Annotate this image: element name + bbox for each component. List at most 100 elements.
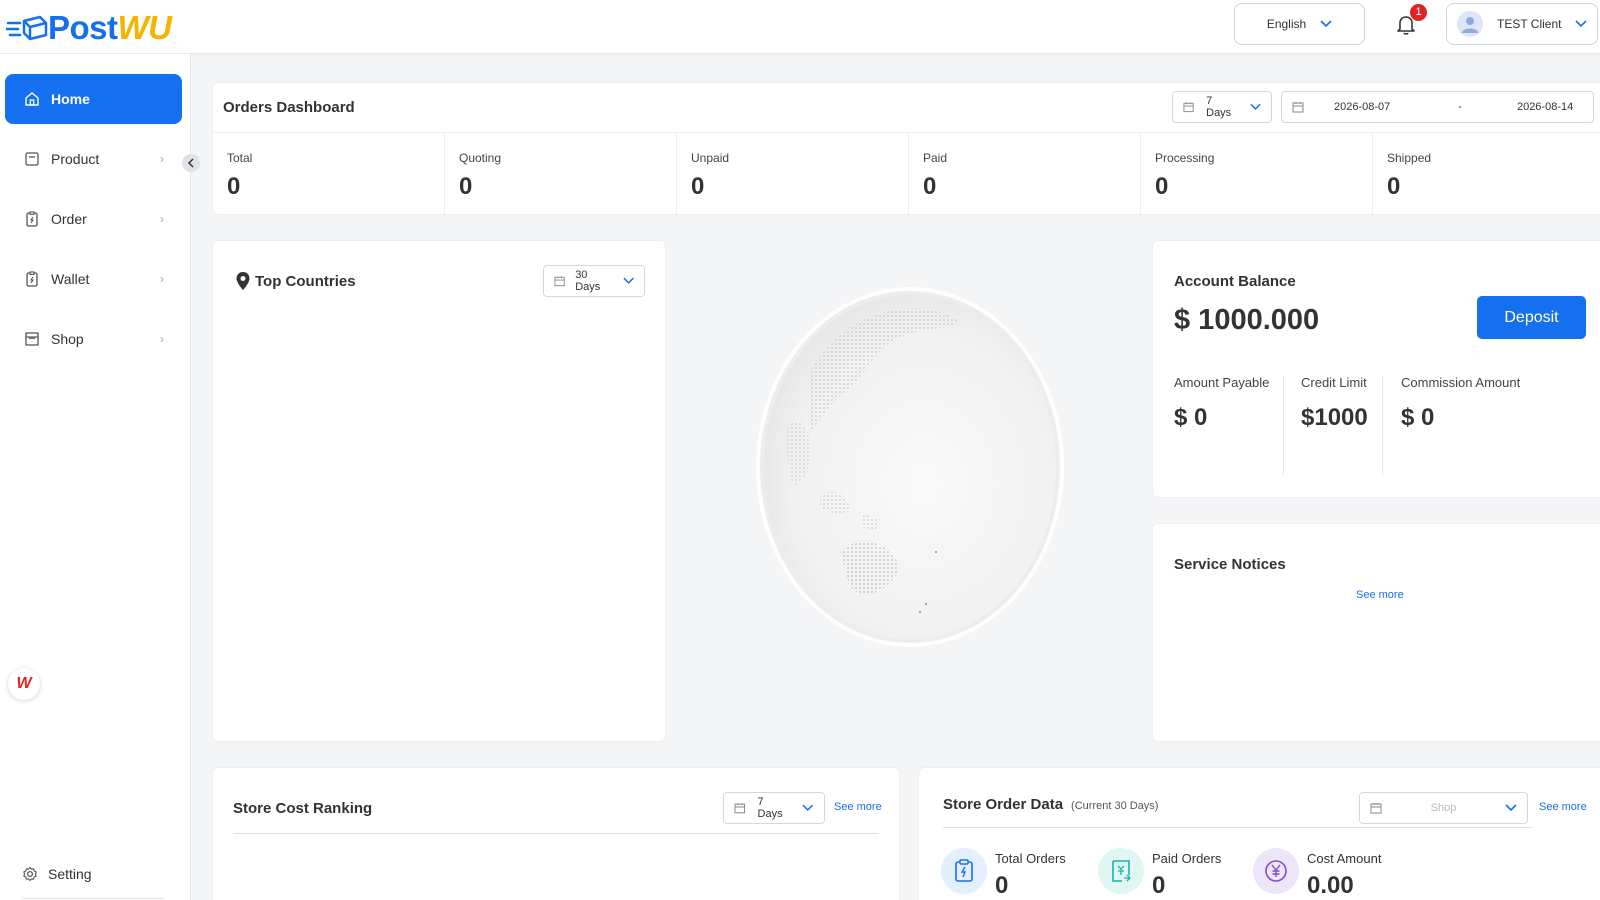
setting-label: Setting	[48, 866, 92, 882]
brand-logo[interactable]: PostWU	[6, 8, 172, 48]
chevron-down-icon	[1505, 804, 1517, 812]
stat-quoting[interactable]: Quoting 0	[445, 133, 677, 217]
commission-value: $ 0	[1401, 404, 1435, 431]
chevron-down-icon	[1250, 103, 1261, 110]
stat-value: 0	[691, 173, 705, 200]
store-order-see-more-link[interactable]: See more	[1539, 801, 1587, 813]
stat-value: 0	[923, 173, 937, 200]
orders-dashboard-title: Orders Dashboard	[223, 99, 355, 116]
orders-range-select[interactable]: 7 Days	[1172, 91, 1272, 123]
sidebar-item-home[interactable]: Home	[5, 74, 182, 124]
stat-value: 0	[227, 173, 241, 200]
sidebar-item-label: Order	[51, 211, 87, 227]
gear-icon	[22, 866, 38, 882]
top-countries-title: Top Countries	[255, 272, 356, 290]
stat-label: Total	[227, 151, 253, 165]
date-separator: -	[1458, 101, 1462, 113]
calendar-icon	[1370, 803, 1382, 814]
sidebar-item-shop[interactable]: Shop ›	[5, 314, 182, 364]
metric-label: Paid Orders	[1152, 851, 1222, 866]
orders-range-label: 7 Days	[1206, 95, 1232, 119]
user-menu[interactable]: TEST Client	[1446, 3, 1598, 45]
store-order-data-card: Store Order Data (Current 30 Days) Shop …	[918, 767, 1600, 900]
stat-value: 0	[459, 173, 473, 200]
location-pin-icon	[236, 272, 250, 290]
chevron-down-icon	[1320, 20, 1332, 28]
account-balance-value: $ 1000.000	[1174, 304, 1320, 336]
box-icon	[23, 150, 41, 168]
service-notices-see-more-link[interactable]: See more	[1356, 589, 1404, 601]
order-stats-row: Total 0 Quoting 0 Unpaid 0 Paid 0 Proces…	[213, 132, 1600, 217]
metric-icon-circle	[1098, 848, 1144, 894]
service-notices-card: Service Notices See more	[1152, 523, 1600, 742]
chevron-right-icon: ›	[160, 332, 164, 346]
account-balance-card: Account Balance $ 1000.000 Deposit Amoun…	[1152, 240, 1600, 498]
stat-paid[interactable]: Paid 0	[909, 133, 1141, 217]
language-select[interactable]: English	[1234, 3, 1365, 45]
stat-label: Paid	[923, 151, 948, 165]
amount-payable-value: $ 0	[1174, 404, 1208, 431]
stat-total[interactable]: Total 0	[213, 133, 445, 217]
sidebar-divider	[22, 898, 165, 899]
top-countries-range-label: 30 Days	[575, 269, 601, 293]
store-order-data-title: Store Order Data	[943, 796, 1064, 813]
stat-label: Quoting	[459, 151, 502, 165]
world-globe[interactable]	[750, 282, 1070, 652]
avatar	[1457, 11, 1483, 37]
sidebar-collapse-button[interactable]	[182, 154, 200, 172]
order-clipboard-icon	[955, 859, 973, 882]
sidebar-item-wallet[interactable]: Wallet ›	[5, 254, 182, 304]
top-countries-range-select[interactable]: 30 Days	[543, 265, 645, 297]
top-header: PostWU English 1 TEST Client	[0, 0, 1600, 54]
top-countries-header: Top Countries	[235, 271, 356, 291]
metric-value: 0	[1152, 872, 1166, 899]
credit-limit-value: $1000	[1301, 404, 1368, 431]
metric-paid-orders: Paid Orders 0	[1098, 848, 1221, 900]
credit-limit: Credit Limit $1000	[1301, 375, 1368, 432]
user-name: TEST Client	[1497, 17, 1562, 31]
store-order-data-header: Store Order Data (Current 30 Days)	[943, 796, 1158, 813]
shop-icon	[23, 330, 41, 348]
stat-shipped[interactable]: Shipped 0	[1373, 133, 1600, 217]
sidebar-item-setting[interactable]: Setting	[22, 866, 92, 882]
chevron-down-icon	[623, 277, 634, 284]
date-range-picker[interactable]: 2026-08-07 - 2026-08-14	[1281, 91, 1594, 123]
sidebar-item-order[interactable]: Order ›	[5, 194, 182, 244]
account-balance-title: Account Balance	[1174, 273, 1296, 290]
stat-label: Shipped	[1387, 151, 1432, 165]
metric-label: Cost Amount	[1307, 851, 1382, 866]
home-icon	[23, 90, 41, 108]
wps-floating-icon[interactable]: W	[8, 668, 40, 700]
user-icon	[1462, 17, 1478, 33]
shop-select[interactable]: Shop	[1359, 792, 1528, 824]
top-countries-card: Top Countries 30 Days	[212, 240, 666, 742]
chevron-down-icon	[1575, 20, 1587, 28]
sidebar: Home Product › Order › Wallet › Shop › S…	[0, 54, 191, 900]
calendar-icon	[554, 276, 565, 287]
store-cost-see-more-link[interactable]: See more	[834, 801, 882, 813]
metric-value: 0.00	[1307, 872, 1354, 899]
stat-label: Unpaid	[691, 151, 730, 165]
metric-icon-circle	[1253, 848, 1299, 894]
end-date[interactable]: 2026-08-14	[1517, 101, 1573, 113]
amount-payable: Amount Payable $ 0	[1174, 375, 1269, 432]
store-cost-range-select[interactable]: 7 Days	[723, 792, 825, 824]
paid-receipt-icon	[1112, 860, 1131, 882]
balance-divider	[1382, 375, 1383, 475]
amount-payable-label: Amount Payable	[1174, 375, 1270, 390]
metric-value: 0	[995, 872, 1009, 899]
deposit-button[interactable]: Deposit	[1477, 296, 1586, 339]
stat-unpaid[interactable]: Unpaid 0	[677, 133, 909, 217]
chevron-right-icon: ›	[160, 272, 164, 286]
logo-speed-icon	[6, 15, 48, 41]
metric-icon-circle	[941, 848, 987, 894]
metric-cost-amount: Cost Amount 0.00	[1253, 848, 1381, 900]
brand-name-part2: WU	[117, 9, 172, 46]
chevron-right-icon: ›	[160, 212, 164, 226]
sidebar-item-label: Shop	[51, 331, 84, 347]
start-date[interactable]: 2026-08-07	[1334, 101, 1390, 113]
calendar-icon	[734, 803, 746, 814]
store-cost-range-label: 7 Days	[757, 796, 783, 820]
sidebar-item-product[interactable]: Product ›	[5, 134, 182, 184]
stat-processing[interactable]: Processing 0	[1141, 133, 1373, 217]
